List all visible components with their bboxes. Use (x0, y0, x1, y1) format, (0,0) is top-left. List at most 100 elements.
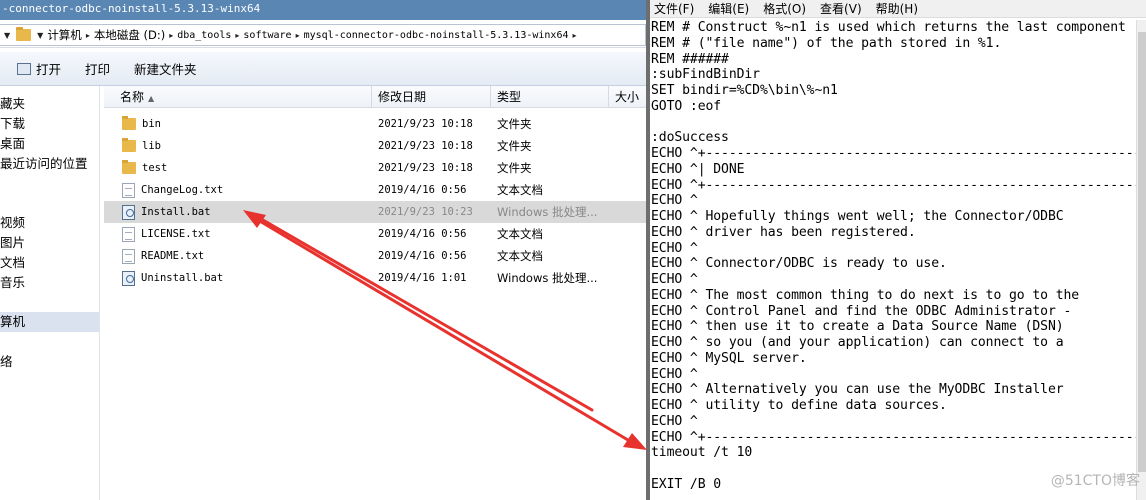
text-editor[interactable]: REM # Construct %~n1 is used which retur… (650, 20, 1136, 500)
file-row-lib[interactable]: lib 2021/9/23 10:18 文件夹 (104, 135, 646, 157)
breadcrumb-separator-icon[interactable]: ▸ (169, 31, 173, 40)
breadcrumb-separator-icon[interactable]: ▸ (235, 31, 239, 40)
file-row-uninstall-bat[interactable]: Uninstall.bat 2019/4/16 1:01 Windows 批处理… (104, 267, 646, 289)
menu-help[interactable]: 帮助(H) (876, 0, 918, 17)
editor-line: ECHO ^ (651, 240, 698, 256)
batch-file-icon (122, 204, 135, 220)
editor-line: SET bindir=%CD%\bin\%~n1 (651, 83, 838, 98)
breadcrumb-disk[interactable]: 本地磁盘 (D:) (94, 27, 165, 43)
file-row-bin[interactable]: bin 2021/9/23 10:18 文件夹 (104, 113, 646, 135)
column-header-type[interactable]: 类型 (491, 86, 609, 108)
editor-line: ECHO ^ utility to define data sources. (651, 398, 947, 413)
folder-icon (122, 116, 136, 130)
editor-line: ECHO ^ The most common thing to do next … (651, 287, 1080, 303)
folder-icon (122, 138, 136, 152)
batch-file-icon (122, 270, 135, 286)
nav-item-desktop[interactable]: 桌面 (0, 134, 99, 154)
file-name: Uninstall.bat (141, 272, 224, 284)
nav-item-computer[interactable]: 算机 (0, 312, 99, 332)
nav-item-label: 视频 (0, 215, 26, 230)
nav-item-label: 络 (0, 354, 13, 369)
file-type: 文件夹 (497, 139, 532, 153)
file-row-license[interactable]: LICENSE.txt 2019/4/16 0:56 文本文档 (104, 223, 646, 245)
back-dropdown-icon[interactable]: ▼ (4, 31, 10, 40)
folder-icon (122, 160, 136, 174)
editor-line: ECHO ^ (651, 193, 698, 209)
breadcrumb-separator-icon[interactable]: ▸ (296, 31, 300, 40)
nav-item-label: 音乐 (0, 275, 26, 290)
editor-line: ECHO ^ MySQL server. (651, 350, 807, 366)
print-button-label: 打印 (85, 62, 111, 77)
breadcrumb-separator-icon[interactable]: ▸ (86, 31, 90, 40)
nav-item-label: 下载 (0, 116, 26, 131)
file-date: 2021/9/23 10:18 (378, 118, 473, 130)
breadcrumb-computer[interactable]: 计算机 (47, 27, 82, 43)
menu-edit[interactable]: 编辑(E) (708, 0, 749, 17)
open-icon (17, 62, 31, 75)
notepad-menu-bar: 文件(F) 编辑(E) 格式(O) 查看(V) 帮助(H) (650, 0, 1146, 18)
file-row-install-bat[interactable]: Install.bat 2021/9/23 10:23 Windows 批处理.… (104, 201, 646, 223)
nav-item-downloads[interactable]: 下载 (0, 114, 99, 134)
open-button[interactable]: 打开 (14, 57, 64, 81)
watermark: @51CTO博客 (1050, 473, 1140, 489)
editor-line: GOTO :eof (651, 98, 722, 114)
column-header-modified[interactable]: 修改日期 (372, 86, 491, 108)
breadcrumb-dba-tools[interactable]: dba_tools (177, 30, 231, 41)
editor-line: ECHO ^ Connector/ODBC is ready to use. (651, 256, 947, 272)
menu-view[interactable]: 查看(V) (820, 0, 862, 17)
nav-item-videos[interactable]: 视频 (0, 213, 99, 233)
file-row-test[interactable]: test 2021/9/23 10:18 文件夹 (104, 157, 646, 179)
vertical-scrollbar[interactable] (1136, 20, 1146, 500)
explorer-title-bar: -connector-odbc-noinstall-5.3.13-winx64 (0, 0, 646, 20)
editor-line: :doSuccess (651, 130, 729, 146)
navigation-pane: 藏夹 下载 桌面 最近访问的位置 视频 图片 文档 音乐 算机 络 (0, 86, 100, 500)
nav-item-label: 藏夹 (0, 96, 26, 111)
address-bar[interactable]: ▼ ▼ 计算机 ▸ 本地磁盘 (D:) ▸ dba_tools ▸ softwa… (0, 22, 646, 48)
file-name: ChangeLog.txt (141, 184, 224, 196)
editor-line: ECHO ^ (651, 366, 698, 382)
breadcrumb-current-folder[interactable]: mysql-connector-odbc-noinstall-5.3.13-wi… (304, 30, 569, 41)
editor-line: REM ###### (651, 51, 729, 67)
nav-item-documents[interactable]: 文档 (0, 253, 99, 273)
new-folder-button[interactable]: 新建文件夹 (131, 57, 200, 81)
column-header-label: 名称 (120, 90, 145, 104)
explorer-toolbar: 打开 打印 新建文件夹 (0, 52, 646, 86)
open-button-label: 打开 (36, 62, 62, 77)
text-file-icon (122, 248, 135, 264)
print-button[interactable]: 打印 (82, 57, 113, 81)
explorer-title: -connector-odbc-noinstall-5.3.13-winx64 (2, 2, 261, 15)
file-row-readme[interactable]: README.txt 2019/4/16 0:56 文本文档 (104, 245, 646, 267)
column-header-name[interactable]: 名称 ▲ (114, 86, 372, 108)
file-type: 文本文档 (497, 227, 543, 241)
editor-line: timeout /t 10 (651, 445, 753, 461)
chevron-down-icon[interactable]: ▼ (37, 31, 43, 40)
column-header-label: 类型 (497, 90, 522, 104)
file-name: README.txt (141, 250, 205, 262)
explorer-window: -connector-odbc-noinstall-5.3.13-winx64 … (0, 0, 646, 500)
nav-item-music[interactable]: 音乐 (0, 273, 99, 293)
file-row-changelog[interactable]: ChangeLog.txt 2019/4/16 0:56 文本文档 (104, 179, 646, 201)
menu-format[interactable]: 格式(O) (763, 0, 806, 17)
column-headers: 名称 ▲ 修改日期 类型 大小 (104, 86, 646, 108)
nav-item-favorites[interactable]: 藏夹 (0, 94, 99, 114)
breadcrumb-separator-icon[interactable]: ▸ (573, 31, 577, 40)
file-type: 文本文档 (497, 183, 543, 197)
file-type: Windows 批处理... (497, 205, 598, 219)
nav-item-label: 最近访问的位置 (0, 156, 88, 171)
file-name: LICENSE.txt (141, 228, 211, 240)
nav-item-pictures[interactable]: 图片 (0, 233, 99, 253)
nav-item-recent-places[interactable]: 最近访问的位置 (0, 154, 99, 174)
breadcrumb-software[interactable]: software (243, 30, 291, 41)
column-header-size[interactable]: 大小 (609, 86, 646, 108)
nav-item-network[interactable]: 络 (0, 352, 99, 372)
file-date: 2019/4/16 0:56 (378, 228, 467, 240)
file-list: 名称 ▲ 修改日期 类型 大小 bin 2021/9/23 10:18 文件夹 l… (104, 86, 646, 500)
editor-line: ECHO ^ (651, 413, 698, 429)
scrollbar-thumb[interactable] (1138, 32, 1146, 472)
text-file-icon (122, 226, 135, 242)
menu-file[interactable]: 文件(F) (654, 0, 694, 17)
file-name: lib (142, 140, 161, 152)
file-type: 文件夹 (497, 161, 532, 175)
nav-item-label: 图片 (0, 235, 26, 250)
